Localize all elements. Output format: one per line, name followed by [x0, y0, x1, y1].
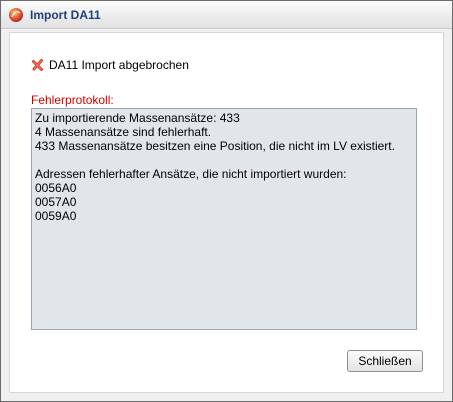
- status-row: DA11 Import abgebrochen: [31, 57, 189, 73]
- log-line: 0057A0: [35, 195, 77, 209]
- error-x-icon: [31, 58, 45, 72]
- dialog-content: DA11 Import abgebrochen Fehlerprotokoll:…: [9, 32, 444, 393]
- log-line: 4 Massenansätze sind fehlerhaft.: [35, 125, 212, 139]
- app-logo-icon: [8, 7, 24, 23]
- status-message: DA11 Import abgebrochen: [49, 58, 189, 72]
- log-line: Adressen fehlerhafter Ansätze, die nicht…: [35, 167, 347, 181]
- log-line: 0059A0: [35, 209, 77, 223]
- error-log-textarea[interactable]: Zu importierende Massenansätze: 433 4 Ma…: [31, 108, 417, 330]
- window-title: Import DA11: [30, 8, 101, 22]
- close-button[interactable]: Schließen: [347, 350, 423, 372]
- error-log-label: Fehlerprotokoll:: [31, 93, 114, 107]
- title-bar[interactable]: Import DA11: [1, 1, 452, 29]
- log-line: 433 Massenansätze besitzen eine Position…: [35, 139, 395, 153]
- dialog-window: Import DA11 DA11 Import abgebrochen Fehl…: [0, 0, 453, 402]
- log-line: Zu importierende Massenansätze: 433: [35, 111, 240, 125]
- log-line: 0056A0: [35, 181, 77, 195]
